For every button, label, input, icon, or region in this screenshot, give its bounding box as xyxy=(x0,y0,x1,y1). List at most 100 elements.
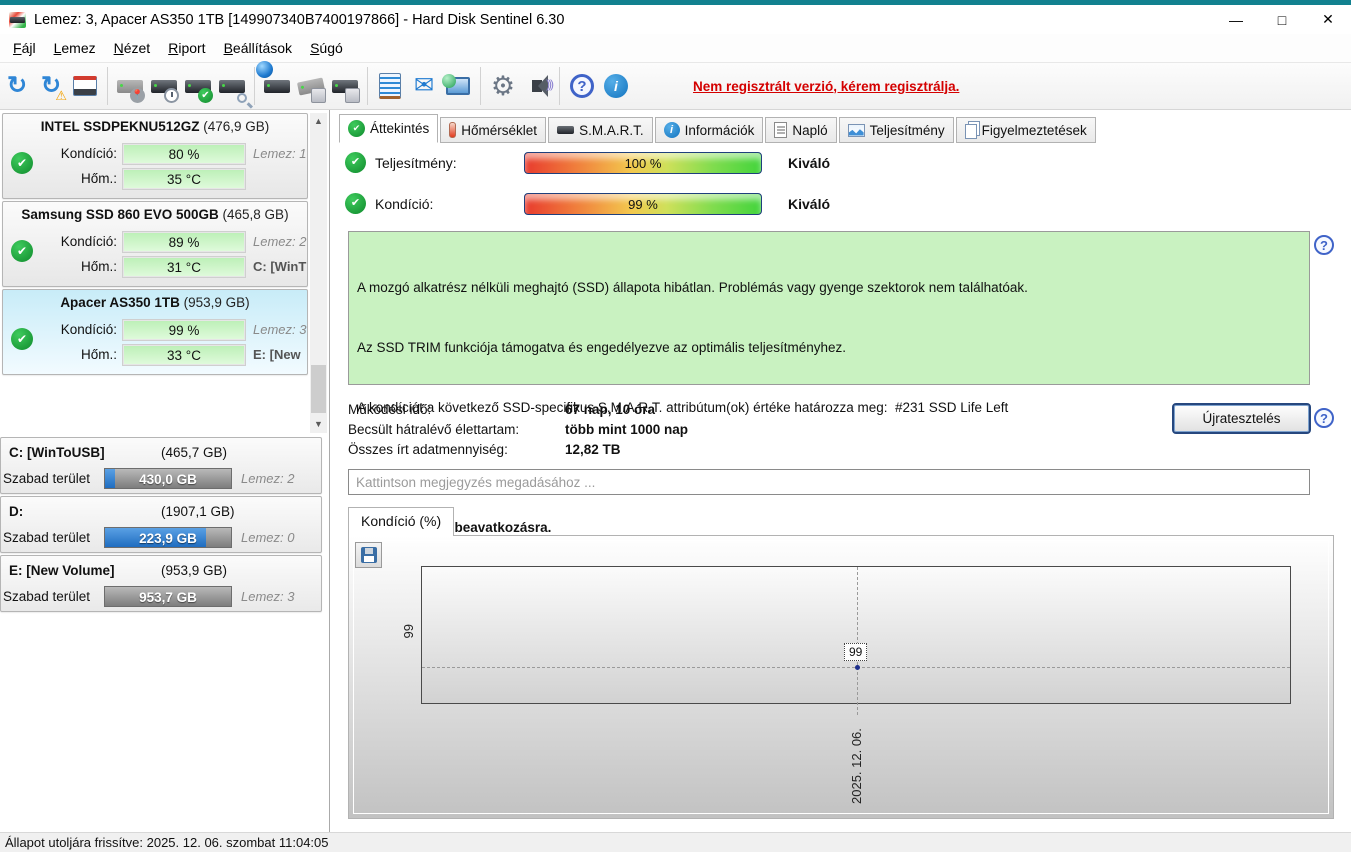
stat-label: Becsült hátralévő élettartam: xyxy=(348,422,520,437)
disk-location-icon[interactable]: 📍 xyxy=(113,67,147,105)
scrollbar-thumb[interactable] xyxy=(311,365,326,413)
partition-size: (953,9 GB) xyxy=(161,563,228,578)
partition-list: C: [WinToUSB] (465,7 GB) Szabad terület … xyxy=(0,437,322,614)
help-icon[interactable]: ? xyxy=(565,67,599,105)
partition-disk-number: Lemez: 0 xyxy=(241,530,295,545)
toolbar-separator xyxy=(559,67,560,105)
disk-window-icon[interactable] xyxy=(68,67,102,105)
tab-bar: Áttekintés Hőmérséklet S.M.A.R.T. iInfor… xyxy=(339,114,1098,143)
tab-overview[interactable]: Áttekintés xyxy=(339,114,439,143)
temperature-label: Hőm.: xyxy=(80,171,117,186)
toolbar-separator xyxy=(480,67,481,105)
report-notepad-icon[interactable] xyxy=(373,67,407,105)
email-icon[interactable]: ✉ xyxy=(407,67,441,105)
statusbar: Állapot utoljára frissítve: 2025. 12. 06… xyxy=(0,832,1351,852)
temperature-bar: 33 °C xyxy=(122,344,246,366)
disk-size: (476,9 GB) xyxy=(203,119,270,134)
x-axis-tick: 2025. 12. 06. xyxy=(849,728,864,804)
scroll-down-icon[interactable]: ▼ xyxy=(310,416,327,433)
refresh-warning-icon[interactable]: ↻ ⚠ xyxy=(34,67,68,105)
tab-label: Figyelmeztetések xyxy=(981,122,1087,138)
pages-icon xyxy=(964,124,977,139)
free-space-label: Szabad terület xyxy=(3,530,91,545)
disk-search-icon[interactable] xyxy=(215,67,249,105)
info-circle-icon: i xyxy=(663,122,680,138)
disk-clock-icon[interactable] xyxy=(147,67,181,105)
tab-smart[interactable]: S.M.A.R.T. xyxy=(548,117,653,143)
history-chart-panel: 99 99 2025. 12. 06. xyxy=(348,535,1334,819)
disk-name: INTEL SSDPEKNU512GZ xyxy=(40,119,200,134)
sidebar: INTEL SSDPEKNU512GZ (476,9 GB) Kondíció:… xyxy=(0,110,330,832)
retest-help-icon[interactable]: ? xyxy=(1314,408,1334,428)
toolbar-separator xyxy=(367,67,368,105)
refresh-icon[interactable]: ↻ xyxy=(0,67,34,105)
info-icon[interactable]: i xyxy=(599,67,633,105)
menu-disk[interactable]: Lemez xyxy=(45,35,105,61)
condition-label: Kondíció: xyxy=(60,322,117,337)
free-space-label: Szabad terület xyxy=(3,471,91,486)
close-button[interactable]: ✕ xyxy=(1305,5,1351,34)
menu-settings[interactable]: Beállítások xyxy=(215,35,302,61)
condition-bar: 99 % xyxy=(122,319,246,341)
condition-gauge: 99 % xyxy=(524,193,762,215)
free-space-bar: 953,7 GB xyxy=(104,586,232,607)
status-help-icon[interactable]: ? xyxy=(1314,235,1334,255)
disk-list-scrollbar[interactable]: ▲ ▼ xyxy=(310,113,327,433)
registration-notice-link[interactable]: Nem regisztrált verzió, kérem regisztrál… xyxy=(693,79,959,94)
condition-ok-icon xyxy=(345,193,366,214)
disk-item-apacer-selected[interactable]: Apacer AS350 1TB (953,9 GB) Kondíció: 99… xyxy=(2,289,308,375)
disk-test-icon[interactable] xyxy=(181,67,215,105)
stat-label: Összes írt adatmennyiség: xyxy=(348,442,508,457)
partition-disk-number: Lemez: 2 xyxy=(241,471,295,486)
scroll-up-icon[interactable]: ▲ xyxy=(310,113,327,130)
condition-row: Kondíció: 99 % Kiváló ? xyxy=(341,193,1341,217)
free-space-label: Szabad terület xyxy=(3,589,91,604)
tab-alerts[interactable]: Figyelmeztetések xyxy=(955,117,1096,143)
tab-performance[interactable]: Teljesítmény xyxy=(838,117,954,143)
thermometer-icon xyxy=(449,122,457,138)
condition-label: Kondíció: xyxy=(60,146,117,161)
gridline-vertical xyxy=(857,567,858,715)
settings-gear-icon[interactable]: ⚙ xyxy=(486,67,520,105)
menu-view[interactable]: Nézet xyxy=(105,35,160,61)
sound-icon[interactable] xyxy=(520,67,554,105)
temperature-label: Hőm.: xyxy=(80,259,117,274)
disk-item-samsung[interactable]: Samsung SSD 860 EVO 500GB (465,8 GB) Kon… xyxy=(2,201,308,287)
performance-label: Teljesítmény: xyxy=(375,155,457,171)
disk-icon xyxy=(557,126,575,134)
temperature-label: Hőm.: xyxy=(80,347,117,362)
disk-remove-icon[interactable] xyxy=(294,67,328,105)
tab-information[interactable]: i Információk xyxy=(654,117,764,143)
partition-item-c[interactable]: C: [WinToUSB] (465,7 GB) Szabad terület … xyxy=(0,437,322,494)
disk-list: INTEL SSDPEKNU512GZ (476,9 GB) Kondíció:… xyxy=(2,113,308,377)
disk-insert-icon[interactable] xyxy=(328,67,362,105)
tab-label: Áttekintés xyxy=(370,121,430,136)
tab-temperature[interactable]: Hőmérséklet xyxy=(440,117,547,143)
partition-item-d[interactable]: D: (1907,1 GB) Szabad terület 223,9 GB L… xyxy=(0,496,322,553)
condition-label: Kondíció: xyxy=(375,196,434,212)
condition-rating: Kiváló xyxy=(788,196,831,212)
menu-report[interactable]: Riport xyxy=(159,35,214,61)
chart-tab-condition[interactable]: Kondíció (%) xyxy=(348,507,455,536)
disk-network-icon[interactable] xyxy=(256,61,294,105)
partition-item-e[interactable]: E: [New Volume] (953,9 GB) Szabad terüle… xyxy=(0,555,322,612)
minimize-button[interactable]: — xyxy=(1213,5,1259,34)
comment-input[interactable] xyxy=(348,469,1310,495)
data-point-label: 99 xyxy=(844,643,868,661)
stat-value: 12,82 TB xyxy=(565,442,621,457)
tab-log[interactable]: Napló xyxy=(765,117,837,143)
stats-block: Működési idő: 67 nap, 10 óra Becsült hátr… xyxy=(348,402,948,462)
performance-ok-icon xyxy=(345,152,366,173)
maximize-button[interactable]: □ xyxy=(1259,5,1305,34)
save-chart-button[interactable] xyxy=(355,542,382,568)
menu-file[interactable]: Fájl xyxy=(4,35,45,61)
toolbar: ↻ ↻⚠ 📍 ✉ ⚙ ? i Nem regisztrált verzió, k… xyxy=(0,61,1351,110)
retest-button[interactable]: Újratesztelés xyxy=(1172,403,1311,434)
menu-help[interactable]: Súgó xyxy=(301,35,352,61)
disk-item-intel[interactable]: INTEL SSDPEKNU512GZ (476,9 GB) Kondíció:… xyxy=(2,113,308,199)
overview-check-icon xyxy=(348,120,365,137)
network-monitor-icon[interactable] xyxy=(441,67,475,105)
free-space-value: 953,7 GB xyxy=(139,590,197,605)
floppy-save-icon xyxy=(360,547,377,563)
titlebar: Lemez: 3, Apacer AS350 1TB [149907340B74… xyxy=(0,5,1351,34)
